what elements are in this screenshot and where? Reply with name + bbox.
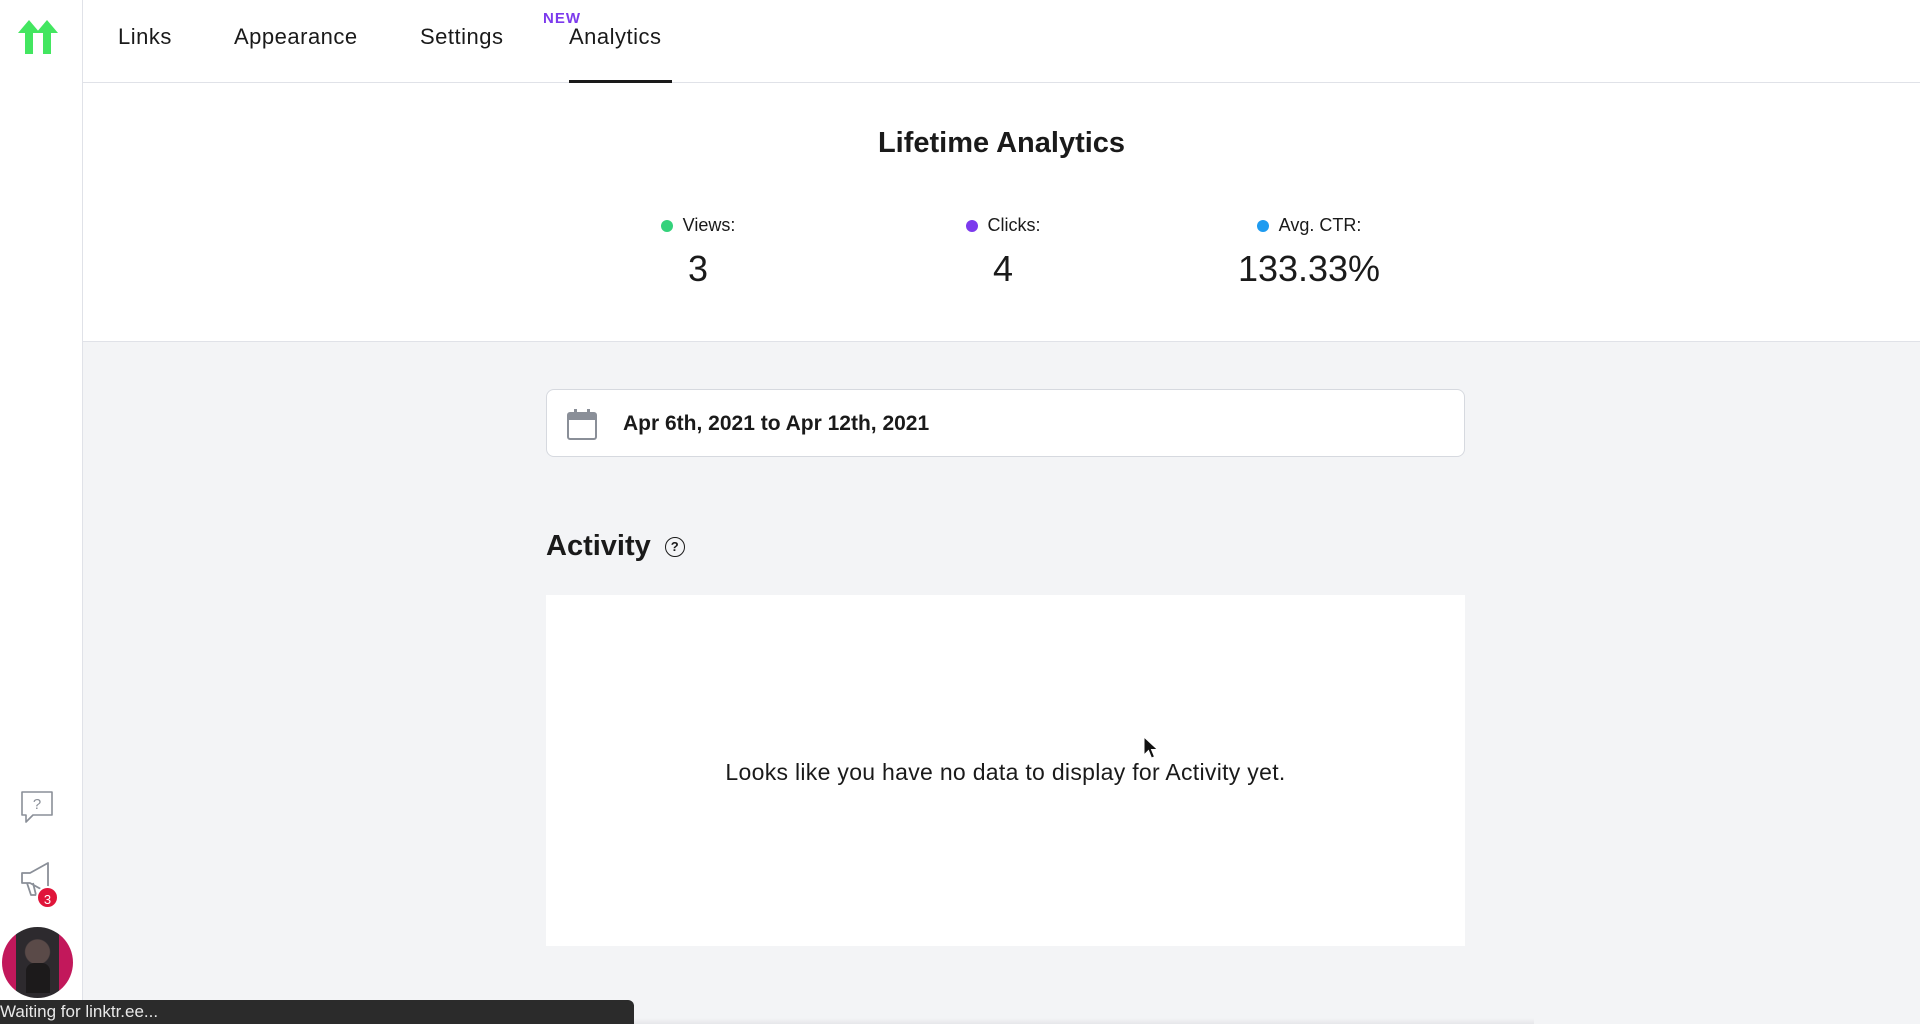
- stat-clicks: Clicks: 4: [873, 215, 1133, 290]
- stat-label: Views:: [682, 215, 736, 235]
- avatar[interactable]: [2, 927, 73, 998]
- mouse-cursor-icon: [1143, 736, 1159, 759]
- page-title: Lifetime Analytics: [877, 127, 1126, 159]
- activity-heading: Activity ?: [546, 530, 685, 563]
- tab-settings[interactable]: Settings: [420, 24, 504, 83]
- notification-badge: 3: [36, 886, 59, 909]
- clicks-dot-icon: [965, 219, 978, 232]
- tab-analytics[interactable]: Analytics: [569, 24, 672, 83]
- empty-state-message: Looks like you have no data to display f…: [725, 759, 1286, 785]
- linktree-logo-icon[interactable]: [18, 20, 58, 54]
- date-range-text: Apr 6th, 2021 to Apr 12th, 2021: [623, 412, 930, 435]
- sidebar: ? 3: [0, 0, 83, 1024]
- stat-label: Clicks:: [987, 215, 1041, 235]
- stat-label: Avg. CTR:: [1278, 215, 1362, 235]
- stat-value: 4: [992, 248, 1014, 289]
- stat-value: 3: [687, 248, 709, 289]
- date-range-picker[interactable]: Apr 6th, 2021 to Apr 12th, 2021: [546, 389, 1465, 457]
- stat-views: Views: 3: [568, 215, 828, 290]
- stat-value: 133.33%: [1237, 248, 1381, 289]
- browser-status-bar: Waiting for linktr.ee...: [0, 1000, 634, 1024]
- activity-title: Activity: [546, 530, 651, 562]
- help-chat-icon[interactable]: ?: [19, 789, 55, 825]
- scroll-shadow: [634, 1018, 1534, 1024]
- svg-text:?: ?: [33, 796, 41, 813]
- tab-appearance[interactable]: Appearance: [234, 24, 358, 83]
- ctr-dot-icon: [1256, 219, 1269, 232]
- help-circle-icon[interactable]: ?: [664, 536, 685, 557]
- stat-ctr: Avg. CTR: 133.33%: [1179, 215, 1439, 290]
- views-dot-icon: [660, 219, 673, 232]
- calendar-icon: [567, 409, 597, 440]
- activity-card: Looks like you have no data to display f…: [546, 595, 1465, 946]
- lifetime-analytics-panel: Lifetime Analytics Views: 3 Clicks: 4 Av…: [83, 83, 1920, 342]
- tab-links[interactable]: Links: [118, 24, 172, 83]
- top-nav: Links Appearance Settings NEW Analytics: [83, 0, 1920, 83]
